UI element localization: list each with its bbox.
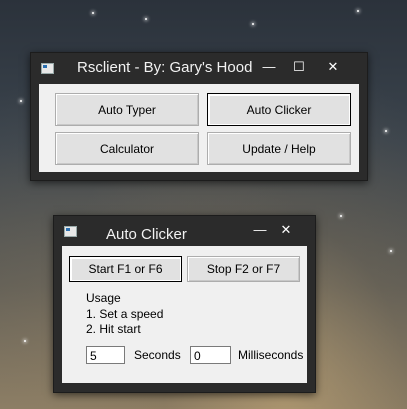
star bbox=[340, 215, 342, 217]
maximize-button[interactable]: ☐ bbox=[289, 57, 309, 77]
close-button[interactable]: ✕ bbox=[276, 220, 296, 240]
main-titlebar[interactable]: Rsclient - By: Gary's Hood — ☐ ✕ bbox=[31, 53, 367, 83]
app-icon bbox=[41, 63, 54, 74]
minimize-button[interactable]: — bbox=[250, 220, 270, 240]
star bbox=[145, 18, 147, 20]
star bbox=[24, 340, 26, 342]
clicker-client-area: Start F1 or F6 Stop F2 or F7 Usage 1. Se… bbox=[62, 246, 307, 383]
star bbox=[252, 23, 254, 25]
star bbox=[357, 10, 359, 12]
window-title: Rsclient - By: Gary's Hood bbox=[77, 59, 253, 76]
star bbox=[385, 130, 387, 132]
seconds-input[interactable]: 5 bbox=[86, 346, 125, 364]
desktop-background: Rsclient - By: Gary's Hood — ☐ ✕ Auto Ty… bbox=[0, 0, 407, 409]
usage-step-2: 2. Hit start bbox=[86, 322, 141, 336]
stop-button[interactable]: Stop F2 or F7 bbox=[187, 256, 300, 282]
usage-heading: Usage bbox=[86, 291, 121, 305]
start-button[interactable]: Start F1 or F6 bbox=[69, 256, 182, 282]
seconds-label: Seconds bbox=[134, 348, 181, 362]
clicker-titlebar[interactable]: Auto Clicker — ✕ bbox=[54, 216, 315, 246]
close-button[interactable]: ✕ bbox=[323, 57, 343, 77]
usage-step-1: 1. Set a speed bbox=[86, 307, 164, 321]
main-window: Rsclient - By: Gary's Hood — ☐ ✕ Auto Ty… bbox=[30, 52, 368, 181]
window-title: Auto Clicker bbox=[106, 226, 187, 243]
star bbox=[20, 100, 22, 102]
minimize-button[interactable]: — bbox=[259, 57, 279, 77]
app-icon bbox=[64, 226, 77, 237]
update-help-button[interactable]: Update / Help bbox=[207, 132, 351, 165]
auto-clicker-button[interactable]: Auto Clicker bbox=[207, 93, 351, 126]
star bbox=[390, 250, 392, 252]
main-client-area: Auto Typer Auto Clicker Calculator Updat… bbox=[39, 84, 359, 172]
auto-typer-button[interactable]: Auto Typer bbox=[55, 93, 199, 126]
star bbox=[92, 12, 94, 14]
calculator-button[interactable]: Calculator bbox=[55, 132, 199, 165]
auto-clicker-window: Auto Clicker — ✕ Start F1 or F6 Stop F2 … bbox=[53, 215, 316, 393]
milliseconds-label: Milliseconds bbox=[238, 348, 304, 362]
milliseconds-input[interactable]: 0 bbox=[190, 346, 231, 364]
